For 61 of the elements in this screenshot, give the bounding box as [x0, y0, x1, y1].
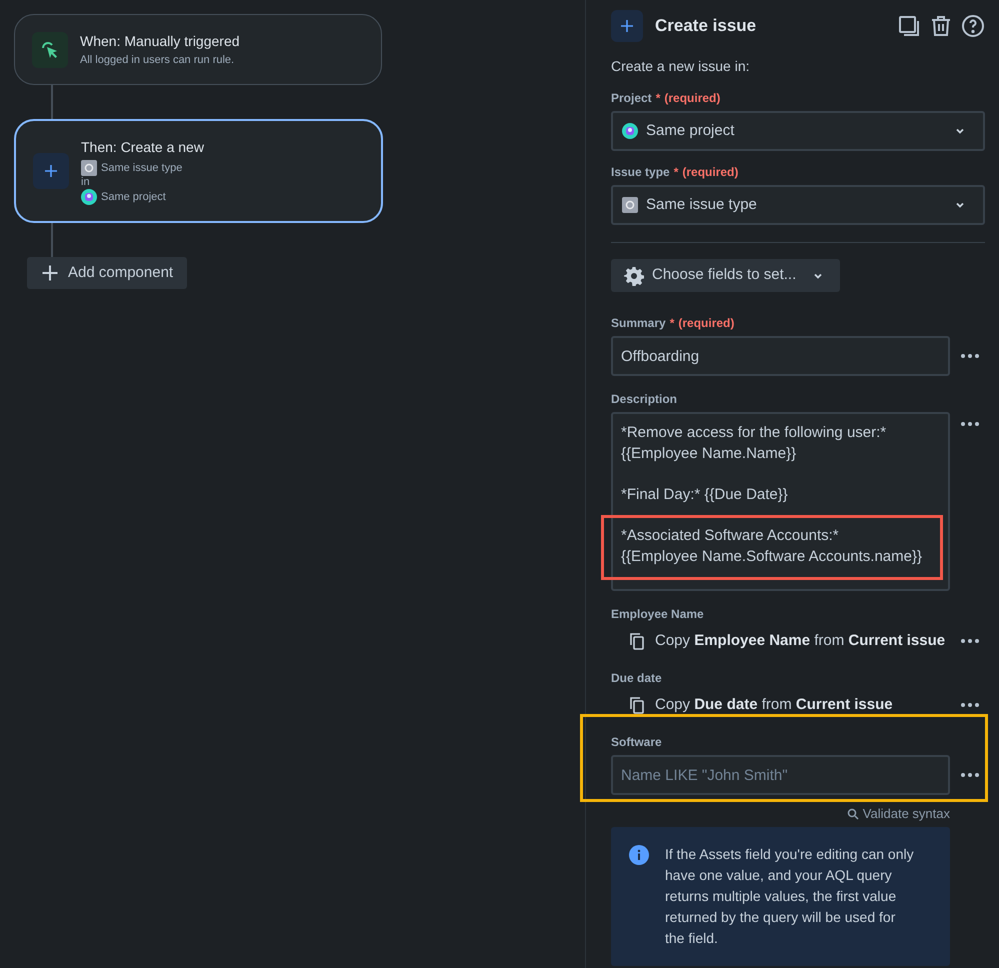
text-field[interactable]: Name LIKE "John Smith" — [611, 755, 950, 795]
gear-icon — [624, 266, 644, 286]
field-label: Project — [611, 90, 652, 107]
project-avatar-icon — [81, 189, 97, 206]
copy-icon — [627, 631, 647, 651]
more-icon — [960, 638, 980, 644]
cursor-click-icon — [40, 40, 60, 60]
action-title: Then: Create a new — [81, 138, 204, 156]
description-line: *Remove access for the following user:* — [621, 423, 888, 443]
panel-title: Create issue — [655, 14, 756, 37]
description-line: *Final Day:* {{Due Date}} — [621, 485, 789, 505]
issue-type-icon — [81, 160, 97, 176]
copy-rule-text: Copy Due date from Current issue — [655, 694, 893, 715]
required-asterisk: * — [674, 164, 678, 181]
choose-fields-button[interactable]: Choose fields to set... — [611, 259, 840, 292]
validate-syntax-link[interactable]: Validate syntax — [862, 804, 950, 824]
field-label: Description — [611, 391, 678, 408]
info-icon — [629, 845, 649, 865]
duplicate-icon[interactable] — [897, 14, 921, 38]
info-text: If the Assets field you're editing can only have one value, and your AQL query returns multiple values, the first value returned by the query will be used for the field. — [665, 845, 915, 948]
plus-icon — [40, 263, 60, 283]
action-card[interactable]: Then: Create a new Same issue type in Same project — [14, 119, 383, 223]
joiner-text: in — [81, 176, 91, 189]
select-value: Same issue type — [646, 194, 757, 215]
field-label: Due date — [611, 670, 662, 687]
plus-icon — [43, 163, 59, 179]
trigger-subtitle: All logged in users can run rule. — [80, 52, 236, 68]
more-icon — [960, 702, 980, 708]
required-asterisk: * — [656, 90, 660, 107]
copy-icon — [627, 695, 647, 715]
select-field[interactable]: Same issue type — [611, 185, 985, 225]
intro-text: Create a new issue in: — [611, 57, 751, 76]
text-field[interactable]: Offboarding — [611, 336, 950, 376]
project-avatar-icon — [622, 123, 638, 139]
select-field[interactable]: Same project — [611, 111, 985, 151]
field-label: Issue type — [611, 164, 670, 181]
trigger-title: When: Manually triggered — [80, 32, 240, 51]
trigger-card[interactable]: When: Manually triggered All logged in users can run rule. — [14, 14, 382, 85]
project-text: Same project — [101, 190, 166, 205]
description-line: {{Employee Name.Software Accounts.name}} — [621, 547, 924, 567]
description-line: {{Employee Name.Name}} — [621, 444, 798, 464]
search-icon — [846, 808, 859, 820]
required-note: (required) — [664, 90, 720, 107]
add-component-button[interactable]: Add component — [27, 257, 187, 289]
field-label: Summary — [611, 315, 666, 332]
required-note: (required) — [678, 315, 734, 332]
copy-rule-text: Copy Employee Name from Current issue — [655, 630, 946, 651]
description-line: *Associated Software Accounts:* — [621, 526, 840, 546]
help-icon[interactable] — [961, 14, 985, 38]
more-icon — [960, 772, 980, 778]
plus-icon — [619, 18, 635, 34]
field-label: Software — [611, 734, 662, 751]
required-asterisk: * — [670, 315, 674, 332]
field-label: Employee Name — [611, 606, 704, 623]
issue-type-text: Same issue type — [101, 160, 182, 176]
more-icon — [960, 353, 980, 359]
more-icon — [960, 421, 980, 427]
trash-icon[interactable] — [929, 14, 953, 38]
required-note: (required) — [682, 164, 738, 181]
select-value: Same project — [646, 120, 734, 141]
issue-type-icon — [622, 197, 638, 213]
